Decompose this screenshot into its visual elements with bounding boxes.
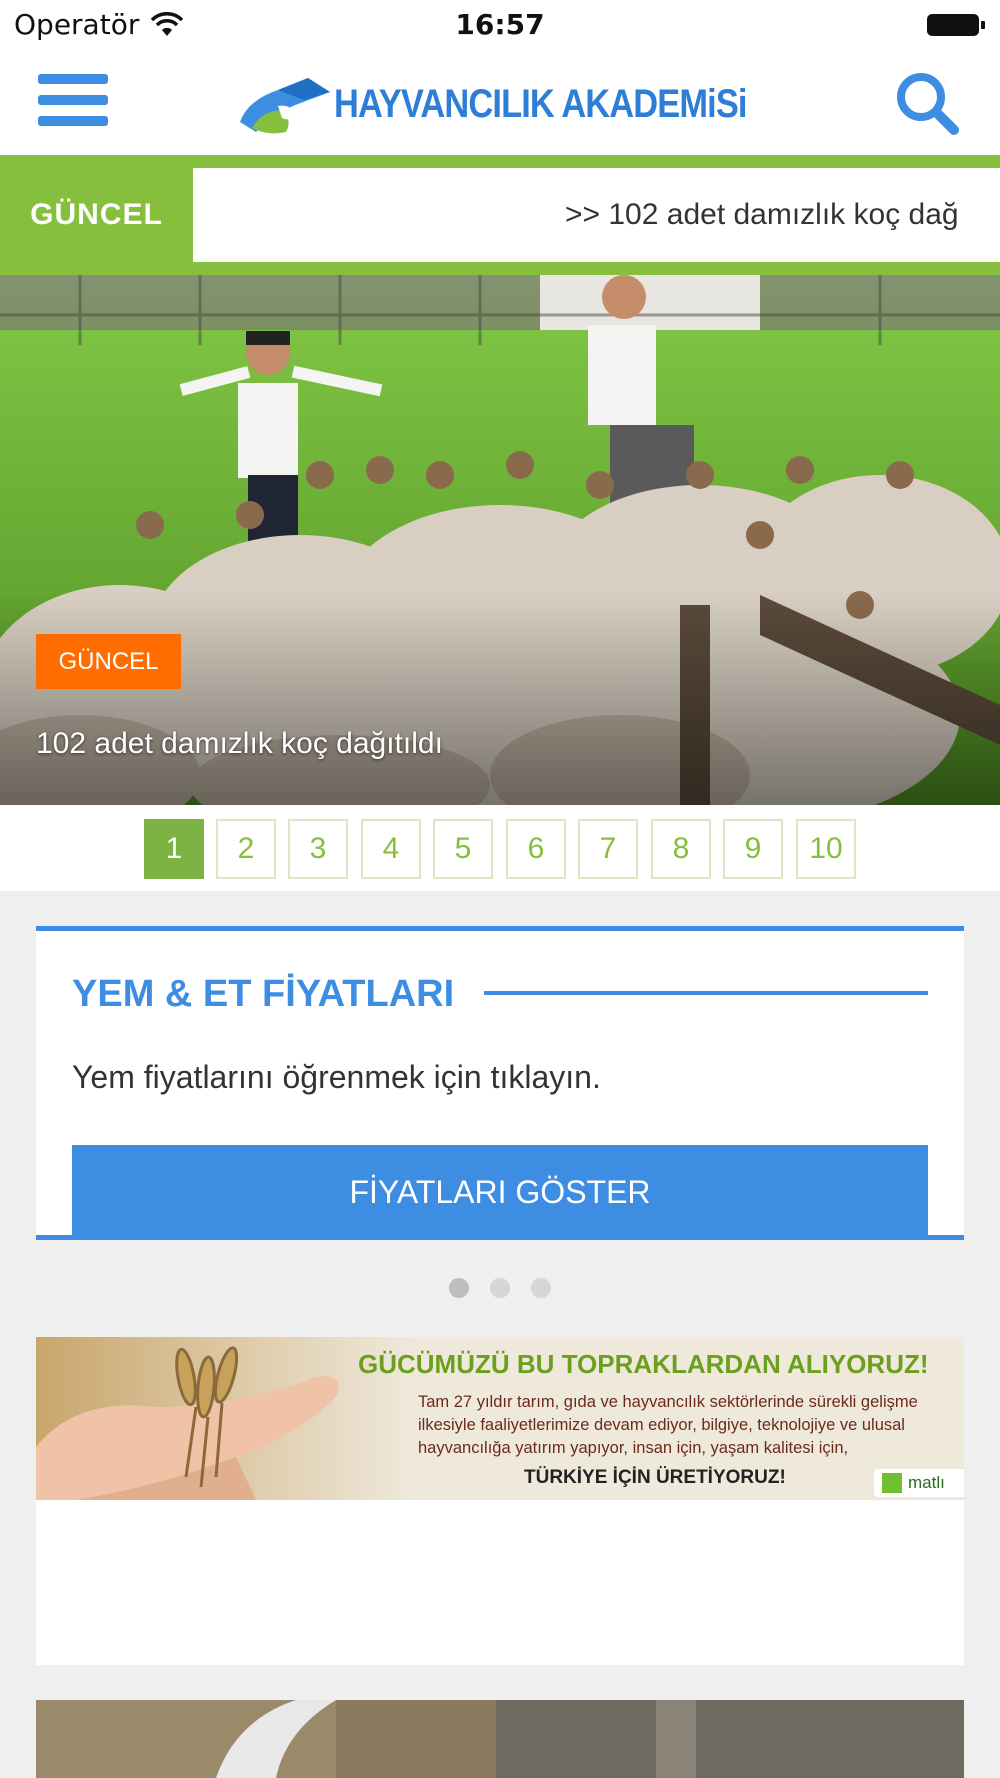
page-button-10[interactable]: 10 (796, 819, 856, 879)
news-ticker[interactable]: GÜNCEL >> 102 adet damızlık koç dağ (0, 155, 1000, 275)
page-button-4[interactable]: 4 (361, 819, 421, 879)
app-header: HAYVANCILIK AKADEMiSi (0, 52, 1000, 155)
page-button-1[interactable]: 1 (144, 819, 204, 879)
battery-icon (927, 14, 985, 36)
logo-text: HAYVANCILIK AKADEMiSi (334, 82, 747, 126)
status-time: 16:57 (455, 8, 545, 41)
next-card-image (36, 1700, 964, 1778)
next-news-card[interactable] (36, 1700, 964, 1778)
search-icon[interactable] (892, 68, 962, 138)
ad-brand-name: matlı (908, 1473, 945, 1492)
hero-photo (0, 275, 1000, 805)
show-prices-button[interactable]: FİYATLARI GÖSTER (72, 1145, 928, 1240)
price-card-description: Yem fiyatlarını öğrenmek için tıklayın. (72, 1059, 601, 1095)
slider-pagination: 1 2 3 4 5 6 7 8 9 10 (0, 805, 1000, 891)
page-button-8[interactable]: 8 (651, 819, 711, 879)
page-button-6[interactable]: 6 (506, 819, 566, 879)
page-button-5[interactable]: 5 (433, 819, 493, 879)
site-logo[interactable]: HAYVANCILIK AKADEMiSi (238, 70, 768, 138)
page-button-7[interactable]: 7 (578, 819, 638, 879)
carousel-dot-3[interactable] (531, 1278, 552, 1298)
page-button-3[interactable]: 3 (288, 819, 348, 879)
ticker-text[interactable]: >> 102 adet damızlık koç dağ (565, 168, 959, 262)
ticker-label: GÜNCEL (30, 198, 163, 231)
ad-tagline: TÜRKİYE İÇİN ÜRETİYORUZ! (524, 1467, 786, 1488)
page-button-9[interactable]: 9 (723, 819, 783, 879)
price-card: YEM & ET FİYATLARI Yem fiyatlarını öğren… (36, 926, 964, 1240)
hero-category-badge[interactable]: GÜNCEL (36, 634, 181, 689)
brand-cube-icon (882, 1473, 902, 1493)
hero-slide[interactable]: GÜNCEL 102 adet damızlık koç dağıtıldı (0, 275, 1000, 805)
hero-caption[interactable]: 102 adet damızlık koç dağıtıldı (36, 727, 443, 761)
ad-headline: GÜCÜMÜZÜ BU TOPRAKLARDAN ALIYORUZ! (358, 1349, 929, 1379)
advertisement-card[interactable]: GÜCÜMÜZÜ BU TOPRAKLARDAN ALIYORUZ! Tam 2… (36, 1337, 964, 1665)
carousel-dots (0, 1278, 1000, 1300)
page-button-2[interactable]: 2 (216, 819, 276, 879)
carousel-dot-1[interactable] (448, 1278, 469, 1298)
ad-brand-logo: matlı (874, 1469, 964, 1497)
logo-mark-icon (240, 78, 330, 134)
hamburger-menu-icon[interactable] (38, 74, 108, 134)
status-bar: Operatör 16:57 (0, 0, 1000, 52)
carousel-dot-2[interactable] (490, 1278, 510, 1298)
ad-body: Tam 27 yıldır tarım, gıda ve hayvancılık… (418, 1393, 918, 1457)
title-divider (484, 991, 928, 995)
ad-banner[interactable]: GÜCÜMÜZÜ BU TOPRAKLARDAN ALIYORUZ! Tam 2… (36, 1337, 964, 1500)
ticker-box[interactable]: >> 102 adet damızlık koç dağ (193, 168, 1000, 262)
price-card-title: YEM & ET FİYATLARI (72, 973, 455, 1015)
